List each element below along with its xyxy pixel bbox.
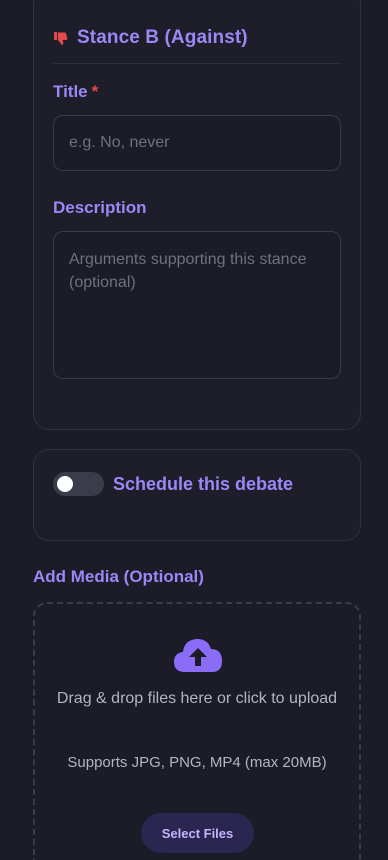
create-debate-form: Stance B (Against) Title* Description Sc… [0,0,388,860]
stance-heading: Stance B (Against) [77,27,248,48]
description-textarea[interactable] [53,231,341,379]
select-files-button[interactable]: Select Files [141,813,254,853]
thumbs-down-icon [54,32,68,45]
description-label: Description [53,198,147,217]
schedule-card: Schedule this debate [33,449,361,541]
stance-header: Stance B (Against) [53,27,248,49]
schedule-label[interactable]: Schedule this debate [113,472,293,496]
cloud-upload-icon [174,639,222,672]
title-label-text: Title [53,82,88,101]
title-input[interactable] [53,115,341,171]
schedule-toggle[interactable] [53,472,104,496]
media-dropzone[interactable]: Drag & drop files here or click to uploa… [33,602,361,860]
title-label: Title * [53,82,98,102]
dropzone-instructions: Drag & drop files here or click to uploa… [56,690,338,707]
required-asterisk: * [91,82,99,101]
supported-formats: Supports JPG, PNG, MP4 (max 20MB) [67,754,327,771]
add-media-label: Add Media (Optional) [33,567,204,586]
header-divider [53,63,341,64]
toggle-knob [57,476,73,492]
stance-b-card: Stance B (Against) Title* Description [33,0,361,430]
